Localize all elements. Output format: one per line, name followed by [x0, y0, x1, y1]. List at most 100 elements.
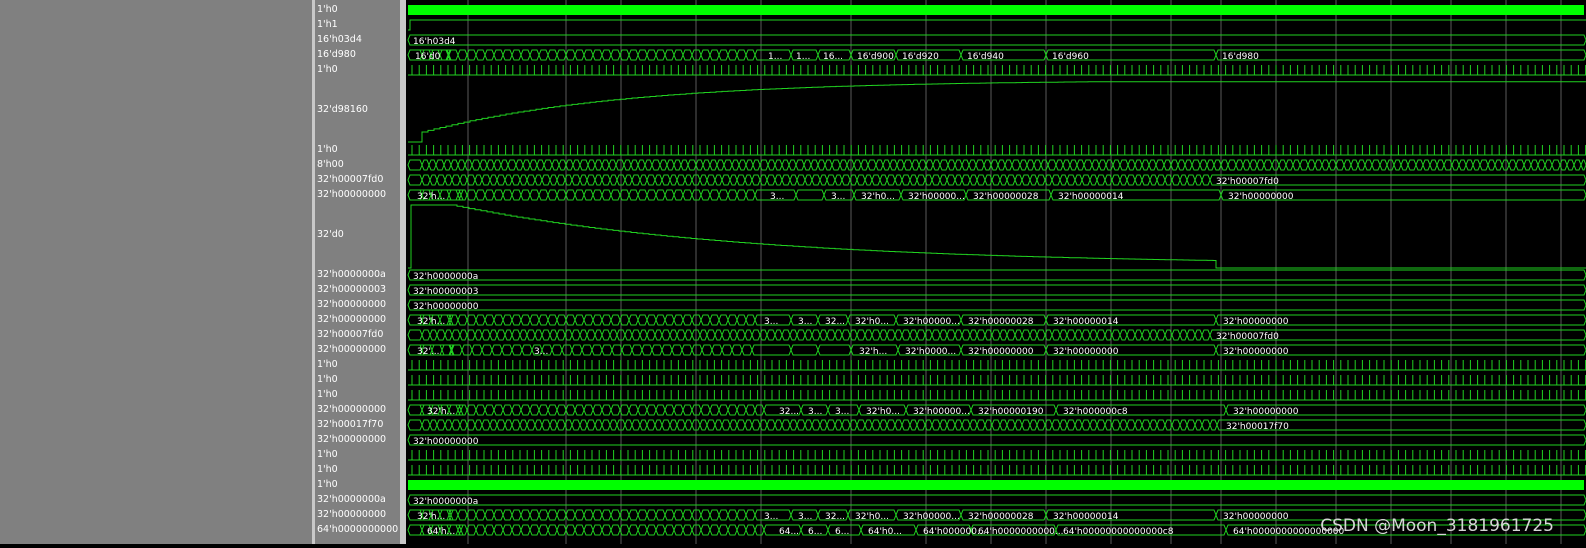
bus-value-label: 64'h0000000000... — [978, 527, 1063, 537]
bus-value-label: 32'h0000000a — [413, 497, 478, 507]
bus-value-label: 3... — [764, 317, 778, 327]
bus-value-label: 64'h000000... — [923, 527, 986, 537]
signal-value: 16'd980 — [317, 49, 356, 60]
bus-value-label: 1... — [796, 52, 810, 62]
signal-value: 32'h00000000 — [317, 299, 387, 310]
signal-value: 32'h00000003 — [317, 284, 387, 295]
bus-value-label: 32'h00000000 — [1228, 192, 1294, 202]
bus-value-label: 32'h... — [427, 407, 455, 417]
bus-value-label: 32'h00000... — [903, 512, 960, 522]
bus-value-label: 32'h00000014 — [1053, 512, 1119, 522]
signal-value: 32'h00007fd0 — [317, 174, 384, 185]
bus-value-label: 3... — [808, 407, 822, 417]
bus-trace — [407, 299, 1586, 311]
bus-value-label: 3... — [798, 317, 812, 327]
signal-value: 16'h03d4 — [317, 34, 362, 45]
signal-value: 1'h1 — [317, 19, 338, 30]
bus-value-label: 16'd900 — [857, 52, 894, 62]
bus-trace — [407, 419, 1586, 431]
pulse-train — [408, 360, 1586, 371]
bus-value-label: 32'h0... — [866, 407, 900, 417]
bus-value-label: 32'h00017f70 — [1226, 422, 1289, 432]
bus-value-label: 16'h03d4 — [413, 37, 456, 47]
pulse-train — [408, 375, 1586, 386]
signal-names-pane: /pid_ctrl_top_tb/pid_ctrl_top/Upid_ctrl/… — [0, 0, 312, 544]
signal-value: 32'd0 — [317, 229, 344, 240]
bus-trace — [407, 269, 1586, 281]
bus-value-label: 32'h0000... — [905, 347, 956, 357]
bus-value-label: 32'h00000000 — [1053, 347, 1119, 357]
bus-value-label: 32'h000000c8 — [1063, 407, 1128, 417]
signal-value: 1'h0 — [317, 144, 338, 155]
signal-value: 32'h00000000 — [317, 404, 387, 415]
bus-value-label: 16'd0 — [415, 52, 441, 62]
waveform-pane[interactable]: 16'h03d4 16'd0 1... 1... 16... 16'd900 16'd920… — [406, 0, 1586, 544]
reset-trace — [408, 19, 1586, 31]
signal-value: 32'h0000000a — [317, 494, 386, 505]
bus-value-label: 32'h00007fd0 — [1216, 177, 1279, 187]
signal-value: 1'h0 — [317, 464, 338, 475]
bus-value-label: 32'h... — [859, 347, 887, 357]
bus-value-label: 32'h00000000 — [968, 347, 1034, 357]
signal-value: 1'h0 — [317, 449, 338, 460]
watermark: CSDN @Moon_3181961725 — [1320, 516, 1554, 536]
bus-value-label: 6... — [835, 527, 849, 537]
bus-value-label: 32'h00007fd0 — [1216, 332, 1279, 342]
bus-value-label: 6... — [808, 527, 822, 537]
pulse-train — [408, 65, 1586, 76]
signal-value: 32'h00007fd0 — [317, 329, 384, 340]
error-analog-trace — [408, 204, 1586, 269]
signal-value: 1'h0 — [317, 374, 338, 385]
bus-value-label: 3... — [764, 512, 778, 522]
bus-value-label: 64'h... — [427, 527, 455, 537]
signal-value: 1'h0 — [317, 389, 338, 400]
bus-value-label: 32'h00000... — [913, 407, 970, 417]
bus-value-label: 32'h00000000 — [413, 437, 479, 447]
pulse-train — [408, 390, 1586, 401]
bus-value-label: 32'h00000... — [908, 192, 965, 202]
bus-value-label: 32... — [825, 317, 845, 327]
signal-value: 32'h00000000 — [317, 509, 387, 520]
bus-value-label: 32'h00000028 — [968, 317, 1034, 327]
bus-value-label: 16'd940 — [967, 52, 1004, 62]
signal-value: 1'h0 — [317, 64, 338, 75]
signal-value: 8'h00 — [317, 159, 344, 170]
bus-value-label: 32'h00000003 — [413, 287, 478, 297]
waveform-canvas[interactable]: 16'h03d4 16'd0 1... 1... 16... 16'd900 16'd920… — [406, 0, 1586, 544]
bus-value-label: 64'h0... — [868, 527, 902, 537]
bus-value-label: 32'h0... — [855, 512, 889, 522]
bus-value-label: 32'h00000000 — [1223, 317, 1289, 327]
signal-value: 32'd98160 — [317, 104, 368, 115]
bus-trace — [407, 174, 1586, 186]
bus-trace — [407, 494, 1586, 506]
bus-trace — [407, 159, 1586, 171]
bus-value-label: 32'... — [417, 347, 440, 357]
bus-value-label: 32'h00000014 — [1053, 317, 1119, 327]
signal-value: 1'h0 — [317, 359, 338, 370]
pwm-analog-trace — [408, 81, 1586, 143]
bus-value-label: 3... — [534, 347, 548, 357]
bus-value-label: 16'd920 — [902, 52, 939, 62]
bus-trace — [407, 434, 1586, 446]
bus-trace — [407, 284, 1586, 296]
bus-value-label: 32'h... — [417, 192, 445, 202]
bus-value-label: 32'h... — [417, 317, 445, 327]
clock-band — [408, 5, 1584, 15]
bus-value-label: 3... — [798, 512, 812, 522]
signal-value: 32'h00000000 — [317, 189, 387, 200]
pulse-train — [408, 450, 1586, 461]
signal-value: 32'h00000000 — [317, 314, 387, 325]
bus-value-label: 32'h00000000 — [1233, 407, 1299, 417]
signal-value: 64'h0000000000... — [317, 524, 399, 535]
pulse-train — [408, 465, 1586, 476]
bus-trace — [407, 34, 1586, 46]
signal-value: 32'h00017f70 — [317, 419, 384, 430]
bus-value-label: 32... — [825, 512, 845, 522]
bus-value-label: 16'd960 — [1052, 52, 1089, 62]
bus-value-label: 32'h00000014 — [1058, 192, 1124, 202]
clock-band — [408, 480, 1584, 490]
bus-value-label: 32... — [779, 407, 799, 417]
signal-value: 32'h0000000a — [317, 269, 386, 280]
signal-value: 1'h0 — [317, 4, 338, 15]
bus-value-label: 3... — [835, 407, 849, 417]
